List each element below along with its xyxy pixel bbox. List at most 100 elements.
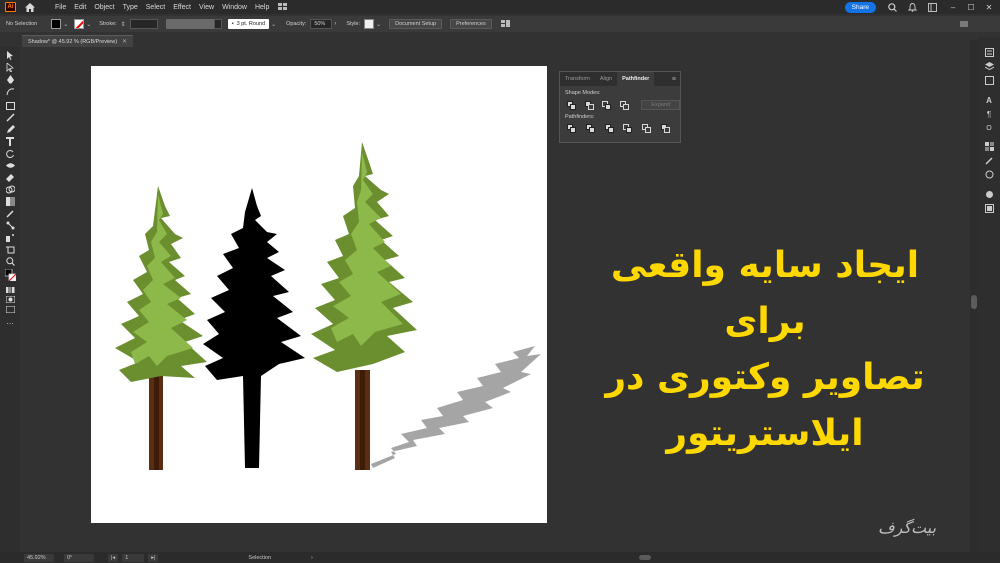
divide-icon[interactable] (567, 124, 576, 133)
tab-align[interactable]: Align (595, 72, 617, 86)
shape-builder-tool-icon[interactable] (5, 185, 15, 194)
draw-mode-icon[interactable] (5, 295, 15, 304)
search-icon[interactable] (886, 1, 898, 13)
artboard[interactable] (91, 66, 547, 523)
minus-back-icon[interactable] (661, 124, 671, 133)
notifications-icon[interactable] (906, 1, 918, 13)
chevron-down-icon[interactable]: ⌄ (271, 21, 276, 28)
horizontal-scroll-thumb[interactable] (639, 555, 651, 560)
more-tools-icon[interactable]: ⋯ (5, 319, 15, 328)
tree-green-right[interactable] (311, 142, 417, 470)
close-icon[interactable]: ✕ (122, 38, 127, 45)
panel-menu-icon[interactable]: ≡ (672, 76, 676, 83)
rotate-tool-icon[interactable] (5, 149, 15, 158)
vertical-scroll-thumb[interactable] (971, 295, 977, 309)
tab-transform[interactable]: Transform (560, 72, 595, 86)
chevron-down-icon[interactable]: ⌄ (86, 21, 91, 28)
paintbrush-tool-icon[interactable] (5, 113, 15, 122)
close-icon[interactable]: ✕ (982, 1, 996, 13)
panel-options-icon[interactable] (958, 18, 970, 30)
opentype-icon[interactable]: O (984, 123, 994, 133)
symbol-sprayer-tool-icon[interactable] (5, 233, 15, 242)
chevron-down-icon[interactable]: ⌄ (376, 21, 381, 28)
tab-pathfinder[interactable]: Pathfinder (617, 72, 655, 86)
pen-tool-icon[interactable] (5, 75, 15, 84)
tree-shadow[interactable] (371, 346, 541, 468)
minimize-icon[interactable]: – (946, 1, 960, 13)
rectangle-tool-icon[interactable] (5, 101, 15, 110)
selection-tool-icon[interactable] (5, 51, 15, 60)
opacity-field[interactable]: 50% (310, 19, 333, 29)
stroke-weight-field[interactable] (129, 19, 158, 29)
minus-front-icon[interactable] (584, 100, 594, 110)
workspace-icon[interactable] (926, 1, 938, 13)
blend-tool-icon[interactable] (5, 221, 15, 230)
intersect-icon[interactable] (602, 100, 612, 110)
expand-button[interactable]: Expand (641, 100, 680, 110)
width-tool-icon[interactable] (5, 161, 15, 170)
maximize-icon[interactable]: ☐ (964, 1, 978, 13)
vertical-scrollbar[interactable] (970, 40, 978, 552)
panel-dock: A ¶ O (978, 37, 1000, 552)
direct-selection-tool-icon[interactable] (5, 63, 15, 72)
zoom-tool-icon[interactable] (5, 257, 15, 266)
menu-effect[interactable]: Effect (173, 4, 191, 11)
artboard-tool-icon[interactable] (5, 245, 15, 254)
chevron-down-icon[interactable]: ⌄ (63, 21, 68, 28)
document-tab[interactable]: Shadow* @ 45.92 % (RGB/Preview) ✕ (22, 35, 134, 47)
swatches-icon[interactable] (984, 141, 994, 151)
menu-window[interactable]: Window (222, 4, 247, 11)
style-swatch[interactable] (364, 19, 375, 29)
exclude-icon[interactable] (619, 100, 629, 110)
gradient-tool-icon[interactable] (5, 197, 15, 206)
pencil-tool-icon[interactable] (5, 125, 15, 134)
home-icon[interactable] (25, 2, 35, 12)
type-tool-icon[interactable] (5, 137, 15, 146)
appearance-icon[interactable] (984, 189, 994, 199)
document-title: Shadow* @ 45.92 % (RGB/Preview) (28, 38, 118, 45)
arrange-icon[interactable] (277, 1, 289, 13)
curvature-tool-icon[interactable] (5, 87, 15, 96)
menu-type[interactable]: Type (123, 4, 138, 11)
brushes-icon[interactable] (984, 155, 994, 165)
variable-width-field[interactable] (165, 19, 214, 29)
fill-swatch[interactable] (51, 19, 62, 29)
color-mode-icon[interactable] (5, 285, 15, 294)
unite-icon[interactable] (567, 100, 576, 110)
fill-stroke-icon[interactable] (5, 269, 16, 281)
outline-icon[interactable] (642, 124, 652, 133)
arrange-documents-icon[interactable] (500, 18, 512, 30)
menu-file[interactable]: File (55, 4, 66, 11)
menu-help[interactable]: Help (255, 4, 269, 11)
variable-width-dropdown[interactable] (213, 19, 222, 29)
chevron-right-icon[interactable]: › (334, 21, 336, 27)
stroke-stepper-icon[interactable]: ⇕ (121, 21, 126, 28)
eyedropper-tool-icon[interactable] (5, 209, 15, 218)
paragraph-icon[interactable]: ¶ (984, 109, 994, 119)
merge-icon[interactable] (604, 124, 614, 133)
share-button[interactable]: Share (844, 1, 876, 13)
eraser-tool-icon[interactable] (5, 173, 15, 182)
menu-edit[interactable]: Edit (74, 4, 86, 11)
layers-icon[interactable] (984, 61, 994, 71)
brush-definition[interactable]: • 3 pt. Round (227, 19, 270, 29)
stroke-swatch[interactable] (74, 19, 85, 29)
graphic-styles-icon[interactable] (984, 203, 994, 213)
trim-icon[interactable] (585, 124, 595, 133)
menu-select[interactable]: Select (146, 4, 165, 11)
tree-green-left[interactable] (115, 186, 207, 470)
preferences-button[interactable]: Preferences (450, 19, 492, 29)
libraries-icon[interactable] (984, 75, 994, 85)
menu-bar-right: Share – ☐ ✕ (844, 0, 1000, 14)
horizontal-scrollbar[interactable] (40, 555, 940, 560)
text-icon[interactable]: A (984, 95, 994, 105)
crop-icon[interactable] (623, 124, 633, 133)
screen-mode-icon[interactable] (5, 305, 15, 314)
menu-view[interactable]: View (199, 4, 214, 11)
symbols-icon[interactable] (984, 169, 994, 179)
pathfinder-panel: Transform Align Pathfinder ≡ Shape Modes… (559, 71, 681, 143)
properties-icon[interactable] (984, 47, 994, 57)
tree-silhouette[interactable] (203, 188, 305, 468)
document-setup-button[interactable]: Document Setup (389, 19, 443, 29)
menu-object[interactable]: Object (94, 4, 114, 11)
